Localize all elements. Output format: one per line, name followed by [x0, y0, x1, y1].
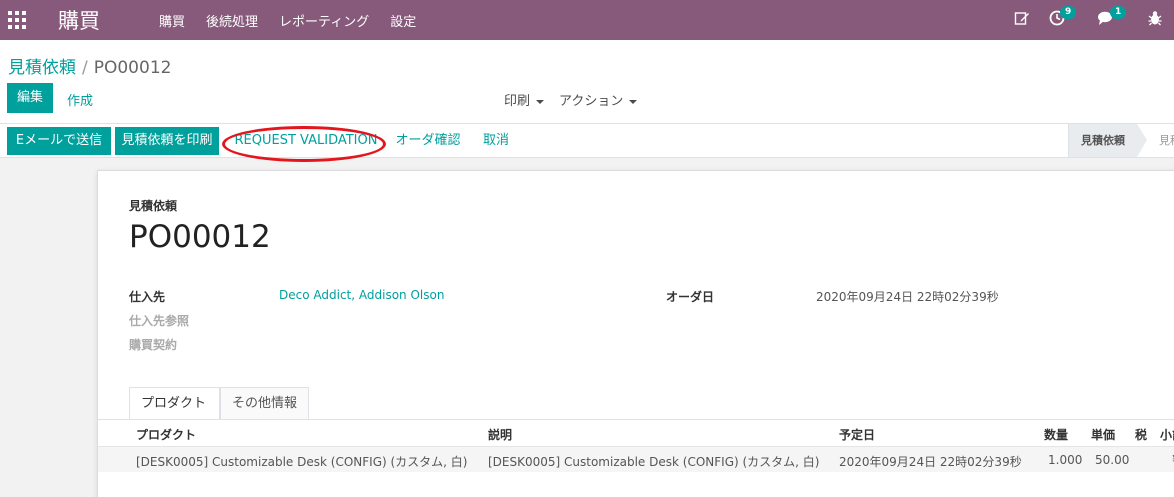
vendor-label: 仕入先	[129, 290, 166, 304]
tab-products[interactable]: プロダクト	[129, 387, 220, 420]
order-date-label: オーダ日	[666, 290, 715, 304]
document-name: PO00012	[129, 219, 271, 255]
breadcrumb-current: PO00012	[93, 58, 172, 78]
column-header-subtotal[interactable]: 小計	[1160, 426, 1174, 443]
send-email-button[interactable]: Eメールで送信	[7, 127, 111, 155]
create-button[interactable]: 作成	[67, 90, 93, 109]
print-dropdown-label: 印刷	[504, 94, 531, 109]
form-statusbar: Eメールで送信 見積依頼を印刷 REQUEST VALIDATION オーダ確認…	[0, 124, 1174, 162]
print-dropdown[interactable]: 印刷	[504, 90, 545, 109]
activity-count-badge: 9	[1060, 6, 1077, 19]
app-title: 購買	[58, 9, 100, 33]
confirm-order-button[interactable]: オーダ確認	[390, 127, 466, 155]
breadcrumb: 見積依頼 / PO00012	[8, 53, 171, 78]
column-header-unit-price[interactable]: 単価	[1091, 426, 1115, 443]
order-date-value: 2020年09月24日 22時02分39秒	[816, 290, 999, 304]
caret-down-icon	[536, 99, 545, 104]
edit-button[interactable]: 編集	[7, 83, 53, 113]
action-dropdown[interactable]: アクション	[559, 90, 638, 109]
navbar-systray: 9 1	[1000, 0, 1174, 40]
action-dropdown-label: アクション	[559, 94, 624, 109]
debug-bug-icon[interactable]	[1148, 10, 1162, 26]
stage-arrow-shape	[1137, 124, 1147, 157]
cancel-button[interactable]: 取消	[476, 127, 516, 155]
status-stages: 見積依頼 見積	[1068, 124, 1174, 157]
column-header-tax[interactable]: 税	[1135, 426, 1147, 443]
column-header-scheduled-date[interactable]: 予定日	[839, 426, 875, 443]
print-rfq-button[interactable]: 見積依頼を印刷	[115, 127, 219, 155]
column-header-quantity[interactable]: 数量	[1044, 426, 1068, 443]
cell-scheduled-date: 2020年09月24日 22時02分39秒	[839, 455, 1022, 469]
apps-menu-icon[interactable]	[8, 11, 26, 29]
messages-count-badge: 1	[1110, 6, 1127, 19]
order-lines-header: プロダクト 説明 予定日 数量 単価 税 小計	[98, 421, 1174, 445]
cell-description: [DESK0005] Customizable Desk (CONFIG) (カ…	[488, 455, 820, 469]
stage-next[interactable]: 見積	[1159, 124, 1174, 157]
menu-item-purchase[interactable]: 購買	[159, 11, 185, 30]
menu-item-reporting[interactable]: レポーティング	[279, 11, 369, 30]
column-header-description[interactable]: 説明	[488, 426, 512, 443]
vendor-reference-label: 仕入先参照	[129, 314, 190, 328]
purchase-agreement-label: 購買契約	[129, 338, 178, 352]
column-header-product[interactable]: プロダクト	[136, 426, 196, 443]
top-navbar: 購買 購買 後続処理 レポーティング 設定 9 1	[0, 0, 1174, 40]
control-panel: 見積依頼 / PO00012 編集 作成 印刷 アクション	[0, 40, 1174, 124]
cell-product: [DESK0005] Customizable Desk (CONFIG) (カ…	[136, 455, 468, 469]
menu-item-followup[interactable]: 後続処理	[206, 11, 258, 30]
breadcrumb-separator: /	[82, 58, 88, 78]
table-row[interactable]: [DESK0005] Customizable Desk (CONFIG) (カ…	[98, 446, 1174, 472]
cell-unit-price: 50.00	[1095, 453, 1130, 467]
caret-down-icon	[629, 99, 638, 104]
document-type-label: 見積依頼	[129, 199, 178, 213]
vendor-link[interactable]: Deco Addict, Addison Olson	[279, 288, 444, 302]
main-menu: 購買 後続処理 レポーティング 設定	[159, 0, 437, 40]
red-highlight-circle	[222, 126, 386, 162]
stage-current: 見積依頼	[1069, 124, 1137, 157]
breadcrumb-parent-link[interactable]: 見積依頼	[8, 58, 76, 78]
tab-other-info[interactable]: その他情報	[220, 387, 309, 420]
form-sheet: 見積依頼 PO00012 仕入先 Deco Addict, Addison Ol…	[97, 170, 1174, 497]
cell-quantity: 1.000	[1048, 453, 1083, 467]
menu-item-settings[interactable]: 設定	[390, 11, 416, 30]
tab-divider	[98, 419, 1174, 420]
edit-note-icon[interactable]	[1014, 10, 1030, 26]
